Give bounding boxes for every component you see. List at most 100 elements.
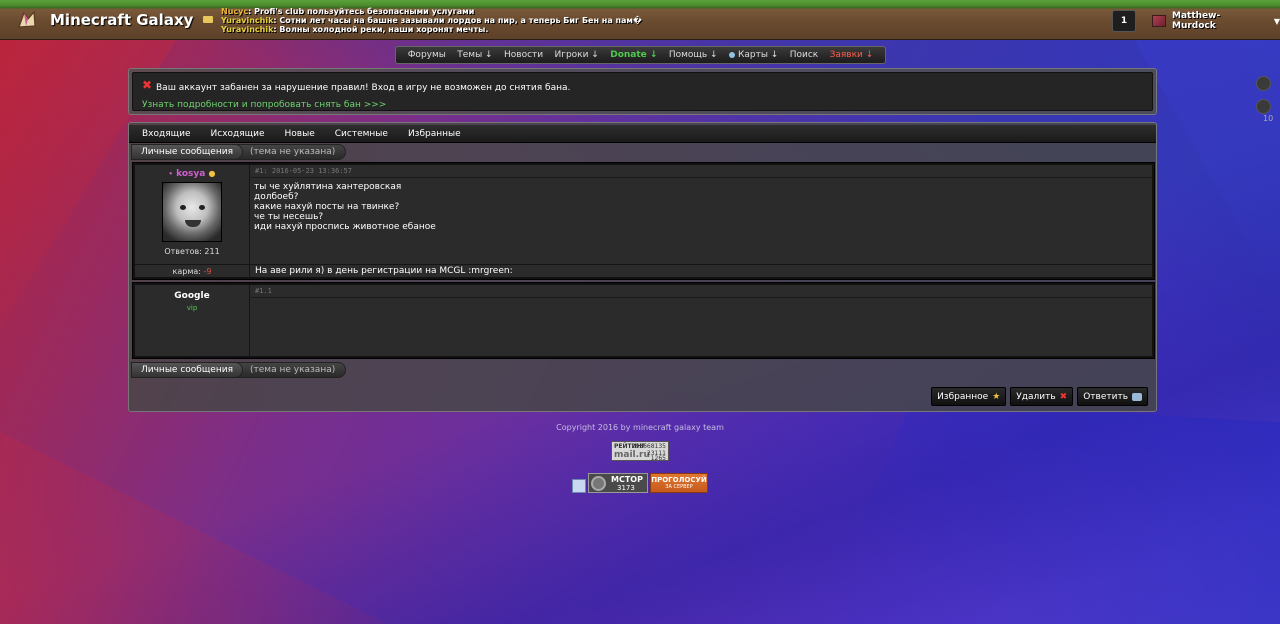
post-line: ты че хуйлятина хантеровская [254, 182, 402, 192]
breadcrumb-topic: (тема не указана) [235, 144, 347, 160]
nav-donate[interactable]: Donate ↓ [610, 50, 657, 60]
reply-button-label: Ответить [1083, 391, 1128, 402]
post-line: че ты несешь? [254, 212, 324, 222]
nav-maps[interactable]: Карты ↓ [728, 50, 779, 60]
broken-image-icon[interactable] [572, 479, 586, 493]
side-scroll-dot[interactable] [1256, 99, 1271, 114]
post-author-panel: • kosya ● Ответов: 211 [135, 165, 250, 277]
mail-icon[interactable] [203, 16, 213, 23]
avatar[interactable] [162, 182, 222, 242]
close-icon: ✖ [1059, 391, 1068, 402]
nav-help[interactable]: Помощь ↓ [669, 50, 718, 60]
ban-details-link[interactable]: Узнать подробности и попробовать снять б… [142, 100, 386, 110]
counter-value: 3173 [617, 484, 635, 492]
status-dot-icon: ● [208, 169, 216, 178]
breadcrumb-section[interactable]: Личные сообщения [131, 144, 243, 160]
side-counter: 10 [1263, 114, 1274, 123]
reply-button[interactable]: Ответить [1077, 387, 1148, 406]
avatar-eye [180, 205, 186, 210]
karma-label: карма: [172, 267, 201, 276]
message-post: Google vip #1.1 [132, 282, 1155, 359]
tab-system[interactable]: Системные [335, 129, 388, 139]
counter-value: 1265 [650, 455, 666, 462]
post-actions: Избранное ★ Удалить ✖ Ответить [931, 387, 1148, 406]
chevron-down-icon[interactable]: ▼ [1274, 17, 1280, 26]
post-author: • kosya ● [135, 165, 249, 179]
message-post-inner: • kosya ● Ответов: 211 #1: 2016-05-23 13… [135, 165, 1152, 278]
nav-maps-label: Карты ↓ [737, 50, 779, 60]
karma: карма: -9 [135, 265, 250, 278]
mailru-counter[interactable]: РЕЙТИНГ mail.ru 293668135 23111 1265 [611, 441, 669, 462]
nav-topics[interactable]: Темы ↓ [457, 50, 492, 60]
top-header: Minecraft Galaxy Nucyc: Profi's club пол… [0, 0, 1280, 40]
post-line: какие нахуй посты на твинке? [254, 202, 400, 212]
globe-icon [728, 51, 735, 58]
nav-search[interactable]: Поиск [790, 50, 819, 60]
author-name[interactable]: Google [135, 285, 249, 301]
tab-outbox[interactable]: Исходящие [211, 129, 265, 139]
author-name[interactable]: kosya [176, 169, 205, 179]
post-footer: карма: -9 На аве рили я) в день регистра… [135, 264, 1152, 278]
chat-text: : Сотни лет часы на башне зазывали лордо… [273, 16, 642, 25]
chat-user[interactable]: Nucyc [221, 7, 248, 16]
post-content: #1.1 [251, 285, 1152, 356]
chat-ticker: Nucyc: Profi's club пользуйтесь безопасн… [203, 7, 763, 34]
error-icon: ✖ [142, 78, 153, 92]
chat-line: Yuravinchik: Волны холодной реки, наши х… [221, 25, 763, 34]
pm-tabs: Входящие Исходящие Новые Системные Избра… [129, 125, 1156, 143]
nav-players[interactable]: Игроки ↓ [554, 50, 598, 60]
chat-line: Yuravinchik: Сотни лет часы на башне заз… [221, 16, 763, 25]
favorite-button-label: Избранное [937, 391, 989, 402]
favorite-button[interactable]: Избранное ★ [931, 387, 1007, 406]
mctop-counter[interactable]: МСТОР 3173 [588, 473, 648, 493]
speech-bubble-icon [1132, 392, 1142, 401]
counter-title: МСТОР [611, 475, 643, 484]
nav-news[interactable]: Новости [504, 50, 543, 60]
chat-text: : Profi's club пользуйтесь безопасными у… [248, 7, 475, 16]
tab-new[interactable]: Новые [285, 129, 315, 139]
counter-value: 293668135 [631, 443, 666, 450]
chat-user[interactable]: Yuravinchik [221, 16, 273, 25]
breadcrumb-topic: (тема не указана) [235, 362, 347, 378]
post-content: #1: 2016-05-23 13:36:57 ты че хуйлятина … [251, 165, 1152, 277]
chat-user[interactable]: Yuravinchik [221, 25, 273, 34]
delete-button[interactable]: Удалить ✖ [1010, 387, 1074, 406]
copyright: Copyright 2016 by minecraft galaxy team [556, 423, 724, 432]
post-body: ты че хуйлятина хантеровская долбоеб? ка… [251, 178, 1152, 236]
notification-badge[interactable]: 1 [1112, 10, 1136, 32]
avatar [1152, 15, 1166, 27]
user-menu[interactable]: Matthew-Murdock ▼ [1152, 11, 1280, 31]
site-logo-icon[interactable] [16, 9, 38, 31]
star-icon: ★ [992, 391, 1001, 402]
main-nav: Форумы Темы ↓ Новости Игроки ↓ Donate ↓ … [395, 46, 886, 64]
avatar-eye [199, 205, 205, 210]
gear-icon [591, 476, 606, 491]
post-author-panel: Google vip [135, 285, 250, 356]
post-meta: #1: 2016-05-23 13:36:57 [251, 165, 1152, 178]
tab-inbox[interactable]: Входящие [142, 129, 191, 139]
delete-button-label: Удалить [1016, 391, 1056, 402]
post-line: иди нахуй проспись животное ебаное [254, 222, 436, 232]
vote-sublabel: ЗА СЕРВЕР [665, 484, 693, 490]
online-dot-icon: • [168, 170, 173, 178]
breadcrumb-section[interactable]: Личные сообщения [131, 362, 243, 378]
tab-favorites[interactable]: Избранные [408, 129, 461, 139]
private-messages-panel: Входящие Исходящие Новые Системные Избра… [128, 122, 1157, 412]
nav-requests[interactable]: Заявки ↓ [830, 50, 874, 60]
replies-count: Ответов: 211 [164, 247, 220, 256]
side-scroll-dot[interactable] [1256, 76, 1271, 91]
breadcrumb: Личные сообщения (тема не указана) [131, 144, 347, 160]
vote-button[interactable]: ПРОГОЛОСУЙ ЗА СЕРВЕР [650, 473, 708, 493]
post-signature: На аве рили я) в день регистрации на MCG… [255, 266, 513, 276]
site-title[interactable]: Minecraft Galaxy [50, 11, 193, 29]
nav-forums[interactable]: Форумы [408, 50, 446, 60]
post-meta: #1.1 [251, 285, 1152, 298]
message-post-inner: Google vip #1.1 [135, 285, 1152, 356]
ban-message: Ваш аккаунт забанен за нарушение правил!… [156, 83, 571, 93]
author-role: vip [186, 304, 198, 312]
message-post: • kosya ● Ответов: 211 #1: 2016-05-23 13… [132, 162, 1155, 280]
ban-notice-inner: ✖ Ваш аккаунт забанен за нарушение прави… [132, 72, 1153, 111]
avatar-mouth [185, 220, 201, 227]
username[interactable]: Matthew-Murdock [1172, 11, 1264, 31]
karma-value: -9 [203, 267, 212, 276]
